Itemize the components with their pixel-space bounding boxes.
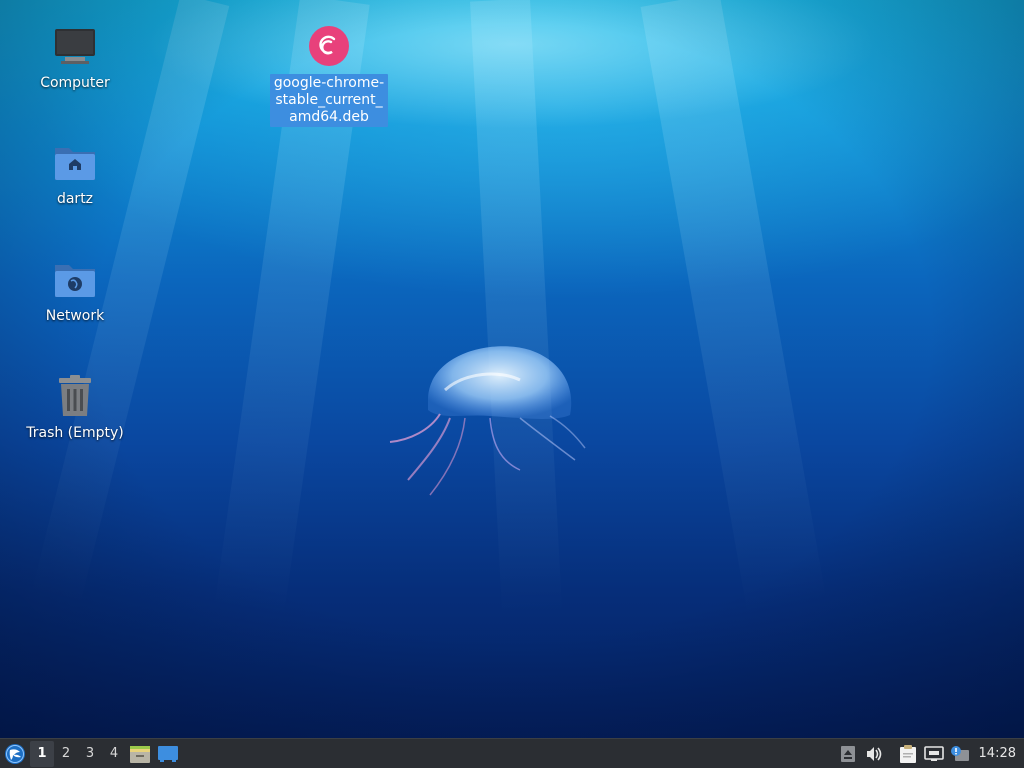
- clipboard-icon: [899, 744, 916, 763]
- file-manager-icon: [130, 745, 150, 763]
- desktop-icon-home[interactable]: dartz: [15, 138, 135, 209]
- workspace-3-button[interactable]: 3: [78, 741, 102, 767]
- desktop-icon-label: Computer: [40, 75, 110, 91]
- show-desktop-launcher[interactable]: [154, 740, 182, 768]
- network-folder-icon: [51, 255, 99, 303]
- network-wired-icon: [923, 745, 944, 761]
- update-notifier-button[interactable]: [947, 740, 973, 768]
- taskbar: 1 2 3 4 14:28: [0, 738, 1024, 768]
- desktop-icon-deb-package[interactable]: google-chrome-stable_current_amd64.deb: [269, 22, 389, 127]
- update-notifier-icon: [950, 745, 969, 761]
- trash-icon: [51, 372, 99, 420]
- arrow-up-icon: [840, 745, 855, 762]
- desktop-icon-trash[interactable]: Trash (Empty): [15, 372, 135, 443]
- debian-package-icon: [305, 22, 353, 70]
- desktop-icon-label: google-chrome-stable_current_amd64.deb: [270, 74, 388, 127]
- desktop-icon-label: dartz: [56, 191, 94, 207]
- tray-expand-button[interactable]: [835, 740, 861, 768]
- network-button[interactable]: [921, 740, 947, 768]
- desktop-background: [0, 0, 1024, 738]
- workspace-1-button[interactable]: 1: [30, 740, 54, 767]
- home-folder-icon: [51, 138, 99, 186]
- lubuntu-start-icon: [5, 743, 25, 764]
- file-manager-launcher[interactable]: [126, 740, 154, 768]
- desktop-icon-computer[interactable]: Computer: [15, 22, 135, 93]
- system-tray: 14:28: [835, 739, 1024, 769]
- workspace-2-button[interactable]: 2: [54, 741, 78, 767]
- volume-button[interactable]: [861, 740, 887, 768]
- clipboard-button[interactable]: [895, 740, 921, 768]
- jellyfish-wallpaper-image: [389, 346, 586, 496]
- workspace-4-button[interactable]: 4: [102, 741, 126, 767]
- desktop-icon-network[interactable]: Network: [15, 255, 135, 326]
- show-desktop-icon: [158, 745, 178, 762]
- clock[interactable]: 14:28: [973, 746, 1024, 761]
- volume-icon: [866, 746, 881, 761]
- start-menu-button[interactable]: [0, 739, 30, 769]
- desktop-icon-label: Trash (Empty): [26, 425, 124, 441]
- computer-icon: [51, 22, 99, 70]
- desktop-icon-label: Network: [45, 308, 105, 324]
